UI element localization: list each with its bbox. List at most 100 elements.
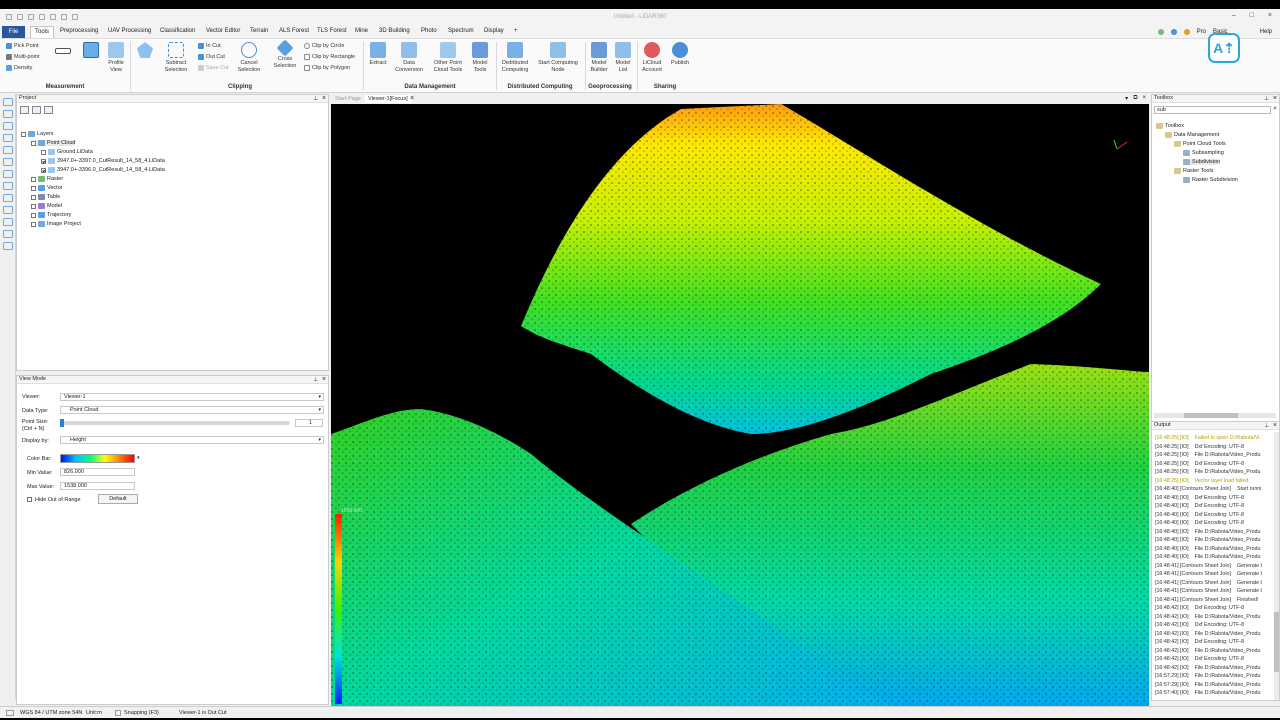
point-size-stepper[interactable]: 1 — [295, 419, 323, 427]
distributed-computing-button[interactable]: Distributed Computing — [498, 42, 532, 74]
menu-vector-editor[interactable]: Vector Editor — [206, 28, 240, 34]
color-bar[interactable] — [60, 454, 135, 463]
tree-item[interactable]: Raster — [31, 176, 63, 182]
cloud-icon[interactable] — [1170, 29, 1177, 35]
other-tools-button[interactable]: Other Point Cloud Tools — [430, 42, 466, 74]
remove-data-icon[interactable] — [32, 106, 41, 114]
profile-view-button[interactable]: Profile View — [104, 42, 128, 74]
measure-tool-icon[interactable] — [2, 230, 13, 238]
tree-item[interactable]: Trajectory — [31, 212, 71, 218]
slider-handle[interactable] — [60, 419, 64, 427]
pin-icon[interactable]: ⊥ — [1264, 423, 1269, 429]
model-list-button[interactable]: Model List — [612, 42, 634, 74]
close-button[interactable]: × — [1268, 12, 1272, 19]
tree-item[interactable]: Vector — [31, 185, 63, 191]
user-icon[interactable] — [1157, 29, 1164, 35]
menu-als-forest[interactable]: ALS Forest — [279, 28, 309, 34]
menu-mine[interactable]: Mine — [355, 28, 368, 34]
point-cloud-render[interactable]: 1538.000 — [331, 104, 1149, 706]
unit-status[interactable]: Unit:m — [86, 710, 102, 716]
layer-checkbox[interactable] — [31, 221, 36, 227]
vertical-scrollbar[interactable] — [1274, 432, 1279, 700]
pin-icon[interactable]: ⊥ — [313, 96, 318, 102]
menu-terrain[interactable]: Terrain — [250, 28, 268, 34]
multi-point-button[interactable]: Multi-point — [6, 54, 39, 60]
scrollbar-thumb[interactable] — [1274, 612, 1279, 672]
help-circle-icon[interactable] — [1183, 29, 1190, 35]
toolbox-item[interactable]: Subsampling — [1183, 150, 1224, 156]
screenshot-tool-icon[interactable] — [2, 242, 13, 250]
crs-status[interactable]: WGS 84 / UTM zone 54N — [20, 710, 82, 716]
start-node-button[interactable]: Start Computing Node — [535, 42, 581, 74]
pin-icon[interactable]: ⊥ — [313, 377, 318, 383]
tree-item[interactable]: Image Project — [31, 221, 81, 227]
layer-checkbox[interactable] — [21, 131, 26, 137]
box-view-button[interactable] — [80, 42, 102, 60]
ruler-button[interactable] — [52, 42, 74, 56]
view-3d-icon[interactable] — [2, 218, 13, 226]
toolbox-item[interactable]: Raster Tools — [1174, 168, 1213, 174]
menu-spectrum[interactable]: Spectrum — [448, 28, 474, 34]
menu-uav-processing[interactable]: UAV Processing — [108, 28, 151, 34]
menu-file[interactable]: File — [2, 26, 25, 38]
menu-add[interactable]: + — [514, 28, 518, 34]
menu-classification[interactable]: Classification — [160, 28, 195, 34]
rotate-tool-icon[interactable] — [2, 110, 13, 118]
point-size-slider[interactable] — [60, 419, 290, 427]
scrollbar-thumb[interactable] — [1184, 413, 1238, 418]
tree-item[interactable]: Ground.LiData — [41, 149, 93, 155]
extract-button[interactable]: Extract — [366, 42, 390, 67]
view-right-icon[interactable] — [2, 182, 13, 190]
default-button[interactable]: Default — [98, 494, 138, 504]
tree-item[interactable]: Point Cloud — [31, 140, 76, 146]
toolbox-item[interactable]: Subdivision — [1183, 159, 1221, 165]
zoom-extent-icon[interactable] — [2, 194, 13, 202]
toolbox-item[interactable]: Toolbox — [1156, 123, 1184, 129]
pro-label[interactable]: Pro — [1197, 29, 1206, 35]
close-icon[interactable]: × — [322, 376, 326, 383]
view-2d-icon[interactable] — [2, 206, 13, 214]
minimize-button[interactable]: – — [1232, 12, 1236, 19]
layer-checkbox[interactable] — [31, 176, 36, 182]
model-builder-button[interactable]: Model Builder — [588, 42, 610, 74]
add-data-icon[interactable] — [20, 106, 29, 114]
tree-item[interactable]: 3947.0+-3397.0_CutResult_14_58_4.LiData — [41, 158, 165, 164]
clip-rectangle-button[interactable]: Clip by Rectangle — [304, 54, 355, 60]
display-by-select[interactable]: Height ▾ — [60, 436, 324, 444]
hide-out-of-range-checkbox[interactable] — [27, 497, 32, 502]
menu-tools[interactable]: Tools — [30, 26, 55, 38]
view-back-icon[interactable] — [2, 158, 13, 166]
layer-checkbox[interactable] — [31, 140, 36, 146]
toolbox-search-input[interactable]: sub — [1154, 106, 1271, 114]
polygon-select-button[interactable] — [134, 42, 156, 60]
tab-start-page[interactable]: Start Page — [335, 96, 361, 102]
layer-checkbox[interactable] — [31, 194, 36, 200]
close-icon[interactable]: × — [1142, 95, 1146, 102]
layer-checkbox[interactable] — [31, 185, 36, 191]
pick-point-button[interactable]: Pick Point — [6, 43, 38, 49]
menu-display[interactable]: Display — [484, 28, 504, 34]
data-type-select[interactable]: Point Cloud ▾ — [60, 406, 324, 414]
search-icon[interactable]: ⌕ — [1273, 105, 1277, 113]
toolbox-item[interactable]: Data Management — [1165, 132, 1219, 138]
tree-item[interactable]: Table — [31, 194, 60, 200]
close-icon[interactable]: × — [322, 95, 326, 102]
save-cut-button[interactable]: Save Cut — [198, 65, 229, 71]
snapping-status[interactable]: Snapping (F3) — [124, 710, 159, 716]
toolbox-item[interactable]: Point Cloud Tools — [1174, 141, 1226, 147]
out-cut-button[interactable]: Out Cut — [198, 54, 225, 60]
menu-photo[interactable]: Photo — [421, 28, 437, 34]
toolbox-item[interactable]: Raster Subdivision — [1183, 177, 1238, 183]
view-left-icon[interactable] — [2, 170, 13, 178]
view-front-icon[interactable] — [2, 146, 13, 154]
menu-3d-building[interactable]: 3D Building — [379, 28, 410, 34]
close-tab-icon[interactable]: × — [410, 95, 414, 102]
horizontal-scrollbar[interactable] — [1154, 413, 1276, 418]
layer-checkbox[interactable] — [31, 203, 36, 209]
subtract-selection-button[interactable]: Subtract Selection — [161, 42, 191, 74]
select-tool-icon[interactable] — [2, 98, 13, 106]
max-value-input[interactable]: 1538.000 — [60, 482, 135, 490]
layer-checkbox[interactable] — [41, 158, 46, 164]
chevron-down-icon[interactable]: ▾ — [1125, 95, 1128, 102]
clip-polygon-button[interactable]: Clip by Polygon — [304, 65, 350, 71]
